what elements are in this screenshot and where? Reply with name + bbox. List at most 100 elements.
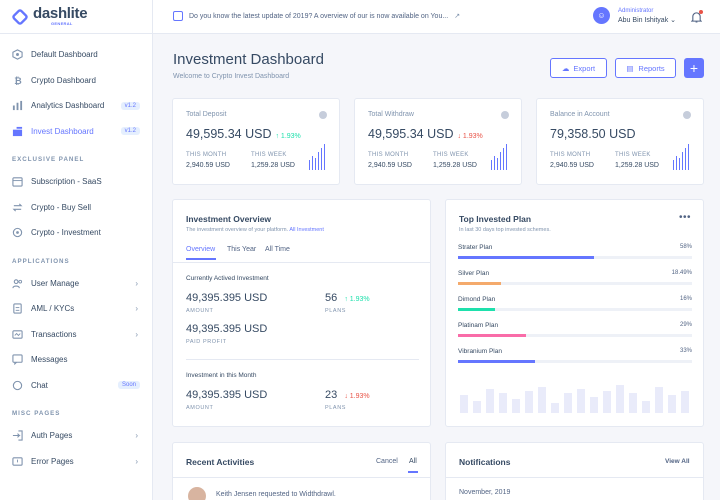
sidebar-item-crypto-dashboard[interactable]: ₿ Crypto Dashboard — [0, 68, 152, 94]
card-subtitle-text: The investment overview of your platform… — [186, 227, 289, 233]
sidebar-item-label: Analytics Dashboard — [31, 101, 105, 111]
view-all-link[interactable]: View All — [665, 458, 690, 465]
sidebar-item-default-dashboard[interactable]: Default Dashboard — [0, 42, 152, 68]
reports-button[interactable]: ▤ Reports — [615, 58, 676, 78]
sidebar-item-analytics-dashboard[interactable]: Analytics Dashboard v1.2 — [0, 93, 152, 119]
nav-heading-applications: APPLICATIONS — [12, 257, 70, 265]
tab-this-year[interactable]: This Year — [227, 246, 256, 253]
stat-value: 79,358.50 USD — [550, 127, 636, 141]
sidebar-item-subscription[interactable]: Subscription - SaaS — [0, 169, 152, 195]
logo[interactable]: dashlite GENERAL — [0, 0, 152, 34]
sidebar-item-aml-kycs[interactable]: AML / KYCs › — [0, 296, 152, 322]
news-banner[interactable]: Do you know the latest update of 2019? A… — [173, 11, 460, 21]
tab-cancel[interactable]: Cancel — [376, 458, 398, 465]
stat-month-value: 2,940.59 USD — [368, 162, 412, 169]
topbar: Do you know the latest update of 2019? A… — [153, 0, 720, 34]
background-bar — [590, 397, 598, 413]
stat-week-value: 1,259.28 USD — [251, 162, 295, 169]
plan-progress-track — [458, 282, 692, 285]
bitcoin-icon: ₿ — [12, 75, 23, 86]
export-button[interactable]: ☁ Export — [550, 58, 607, 78]
bar-chart-icon — [12, 100, 23, 111]
plan-name: Platinam Plan — [458, 322, 499, 329]
mini-bar — [318, 152, 320, 170]
plan-percent: 33% — [679, 348, 692, 354]
sidebar-item-transactions[interactable]: Transactions › — [0, 322, 152, 348]
dashboard-icon — [12, 49, 23, 60]
plan-progress-fill — [458, 360, 536, 363]
plans-change: ↓ 1.93% — [344, 393, 370, 400]
all-investment-link[interactable]: All Investment — [289, 227, 324, 233]
sidebar-item-error-pages[interactable]: Error Pages › — [0, 449, 152, 475]
soon-badge: Soon — [117, 381, 140, 390]
amount-value: 49,395.395 USD — [186, 292, 268, 304]
file-docs-icon — [12, 303, 23, 314]
stat-month-value: 2,940.59 USD — [186, 162, 230, 169]
tab-all-time[interactable]: All Time — [265, 246, 290, 253]
divider — [173, 262, 430, 263]
sidebar-item-invest-dashboard[interactable]: Invest Dashboard v1.2 — [0, 119, 152, 145]
background-bar — [499, 393, 507, 413]
stat-card-balance: Balance in Account 79,358.50 USD THIS MO… — [536, 98, 704, 185]
sidebar-item-auth-pages[interactable]: Auth Pages › — [0, 423, 152, 449]
mini-bar — [688, 144, 690, 170]
stat-value: 49,595.34 USD ↓ 1.93% — [368, 127, 483, 141]
logo-text: dashlite — [33, 4, 88, 22]
background-bar — [668, 395, 676, 413]
stat-label: Total Deposit — [186, 111, 227, 118]
amount-value: 49,395.395 USD — [186, 389, 268, 401]
info-icon[interactable] — [501, 111, 509, 119]
paid-profit-value: 49,395.395 USD — [186, 323, 268, 335]
mini-bar — [315, 158, 317, 170]
mini-bar — [312, 156, 314, 170]
version-badge: v1.2 — [120, 101, 140, 110]
paid-profit-label: PAID PROFIT — [186, 339, 227, 345]
tab-indicator — [186, 258, 216, 260]
stat-change: ↓ 1.93% — [457, 133, 483, 140]
svg-text:₿: ₿ — [14, 76, 22, 86]
mini-bar — [324, 144, 326, 170]
avatar — [188, 487, 206, 500]
tab-overview[interactable]: Overview — [186, 246, 215, 253]
card-title: Top Invested Plan — [459, 214, 532, 224]
more-options-icon[interactable]: ••• — [679, 212, 691, 223]
error-icon — [12, 456, 23, 467]
background-bar — [681, 391, 689, 413]
stat-value: 49,595.34 USD ↑ 1.93% — [186, 127, 301, 141]
sidebar-item-crypto-buy-sell[interactable]: Crypto - Buy Sell — [0, 195, 152, 221]
mini-bar — [494, 156, 496, 170]
mini-bar — [506, 144, 508, 170]
card-subtitle: In last 30 days top invested schemes. — [459, 227, 551, 233]
notification-dot — [699, 10, 703, 14]
sidebar-item-messages[interactable]: Messages — [0, 347, 152, 373]
card-title: Notifications — [459, 457, 511, 467]
mini-bar-chart — [491, 144, 508, 170]
plan-percent: 29% — [679, 322, 692, 328]
sidebar-item-user-manage[interactable]: User Manage › — [0, 271, 152, 297]
version-badge: v1.2 — [120, 127, 140, 136]
news-icon — [173, 11, 183, 21]
sidebar-item-crypto-investment[interactable]: Crypto - Investment — [0, 220, 152, 246]
mini-bar — [309, 160, 311, 170]
signin-icon — [12, 430, 23, 441]
plans-count: 56 — [325, 292, 338, 304]
add-button[interactable]: + — [684, 58, 704, 78]
amount-label: AMOUNT — [186, 308, 214, 314]
user-dropdown[interactable]: ☺ Administrator Abu Bin Ishityak ⌄ — [593, 7, 676, 24]
card-title: Recent Activities — [186, 457, 255, 467]
activity-text: Keith Jensen requested to Widthdrawl. — [216, 491, 336, 498]
tab-all[interactable]: All — [409, 458, 417, 465]
info-icon[interactable] — [319, 111, 327, 119]
info-icon[interactable] — [683, 111, 691, 119]
sidebar-item-label: Invest Dashboard — [31, 126, 94, 136]
background-bar — [564, 393, 572, 413]
plan-name: Dimond Plan — [458, 296, 496, 303]
background-bar — [473, 401, 481, 413]
chevron-right-icon: › — [135, 329, 138, 339]
sidebar-item-label: Chat — [31, 380, 48, 390]
chevron-right-icon: › — [135, 456, 138, 466]
plan-name: Strater Plan — [458, 244, 493, 251]
chevron-right-icon: › — [135, 304, 138, 314]
sidebar-item-chat[interactable]: Chat Soon — [0, 373, 152, 399]
mini-bar — [491, 160, 493, 170]
